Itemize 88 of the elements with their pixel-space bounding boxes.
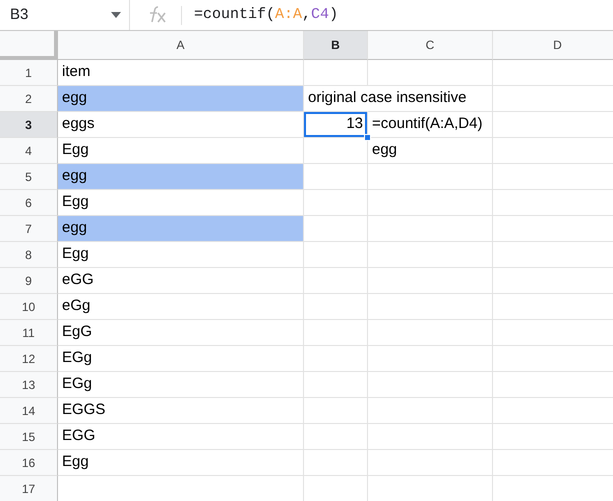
table-cell[interactable] — [304, 242, 368, 268]
cell-text: EGg — [62, 374, 92, 394]
table-cell[interactable] — [304, 138, 368, 164]
table-cell[interactable]: EGg — [58, 372, 304, 398]
table-cell[interactable] — [304, 398, 368, 424]
cell-text: EGGS — [62, 400, 106, 420]
formula-field[interactable]: =countif(A:A,C4) — [182, 4, 338, 26]
cell-text: EgG — [62, 322, 92, 342]
table-cell[interactable]: EgG — [58, 320, 304, 346]
row-header[interactable]: 4 — [0, 138, 58, 164]
table-cell[interactable] — [368, 242, 493, 268]
row-header[interactable]: 7 — [0, 216, 58, 242]
table-cell[interactable] — [304, 216, 368, 242]
row-header[interactable]: 9 — [0, 268, 58, 294]
table-cell[interactable] — [304, 294, 368, 320]
table-cell[interactable]: eGG — [58, 268, 304, 294]
column-header[interactable]: C — [368, 31, 493, 60]
table-cell[interactable] — [368, 60, 493, 86]
cell-text: Egg — [62, 140, 89, 160]
row-header[interactable]: 12 — [0, 346, 58, 372]
cell-text: egg — [372, 140, 398, 160]
row-header[interactable]: 15 — [0, 424, 58, 450]
row-header[interactable]: 17 — [0, 476, 58, 501]
column-header[interactable]: A — [58, 31, 304, 60]
cell-text: original case insensitive — [308, 88, 466, 108]
table-cell[interactable] — [368, 424, 493, 450]
select-all-corner[interactable] — [0, 31, 58, 60]
table-cell[interactable]: eGg — [58, 294, 304, 320]
table-cell[interactable] — [304, 424, 368, 450]
column-header[interactable]: D — [493, 31, 613, 60]
table-cell[interactable]: eggs — [58, 112, 304, 138]
cell-text: item — [62, 62, 90, 82]
cell-text: Egg — [62, 452, 89, 472]
selected-cell[interactable]: 13 — [304, 112, 368, 138]
cell-text: egg — [62, 166, 88, 186]
row-header[interactable]: 13 — [0, 372, 58, 398]
column-header[interactable]: B — [304, 31, 368, 60]
highlighted-cell[interactable]: egg — [58, 164, 304, 190]
table-cell[interactable] — [304, 164, 368, 190]
fill-handle[interactable] — [364, 134, 371, 141]
table-cell[interactable] — [368, 346, 493, 372]
row-header[interactable]: 2 — [0, 86, 58, 112]
row-header[interactable]: 6 — [0, 190, 58, 216]
cell-text: eGG — [62, 270, 94, 290]
row-header[interactable]: 5 — [0, 164, 58, 190]
table-cell[interactable] — [368, 216, 493, 242]
caret-icon — [111, 12, 121, 18]
table-cell[interactable]: Egg — [58, 242, 304, 268]
table-cell[interactable] — [304, 268, 368, 294]
cell-text: EGG — [62, 426, 96, 446]
table-cell[interactable]: =countif(A:A,D4) — [368, 112, 493, 138]
table-cell[interactable]: EGGS — [58, 398, 304, 424]
table-cell[interactable]: EGG — [58, 424, 304, 450]
table-cell[interactable] — [304, 60, 368, 86]
cell-text: egg — [62, 218, 88, 238]
row-header[interactable]: 11 — [0, 320, 58, 346]
cell-text: eGg — [62, 296, 90, 316]
row-header[interactable]: 1 — [0, 60, 58, 86]
cell-text: Egg — [62, 244, 89, 264]
row-header[interactable]: 14 — [0, 398, 58, 424]
cell-text: egg — [62, 88, 88, 108]
table-cell[interactable] — [368, 372, 493, 398]
table-cell[interactable] — [304, 450, 368, 476]
table-cell[interactable]: EGg — [58, 346, 304, 372]
table-cell[interactable] — [368, 190, 493, 216]
table-cell[interactable] — [304, 346, 368, 372]
highlighted-cell[interactable]: egg — [58, 86, 304, 112]
table-cell[interactable] — [368, 450, 493, 476]
table-cell[interactable]: egg — [368, 138, 493, 164]
cell-text: Egg — [62, 192, 89, 212]
table-cell[interactable] — [368, 398, 493, 424]
table-cell[interactable] — [304, 372, 368, 398]
table-cell[interactable] — [304, 320, 368, 346]
cell-text: 13 — [346, 114, 363, 134]
table-cell[interactable] — [368, 294, 493, 320]
table-cell[interactable]: Egg — [58, 450, 304, 476]
table-cell[interactable] — [368, 164, 493, 190]
row-header[interactable]: 10 — [0, 294, 58, 320]
cell-text: EGg — [62, 348, 92, 368]
table-cell[interactable] — [368, 320, 493, 346]
table-cell[interactable] — [304, 190, 368, 216]
cell-text: eggs — [62, 114, 95, 134]
highlighted-cell[interactable]: egg — [58, 216, 304, 242]
cell-text: =countif(A:A,D4) — [372, 114, 482, 134]
row-header[interactable]: 8 — [0, 242, 58, 268]
table-cell[interactable] — [368, 268, 493, 294]
row-header[interactable]: 3 — [0, 112, 58, 138]
row-header[interactable]: 16 — [0, 450, 58, 476]
